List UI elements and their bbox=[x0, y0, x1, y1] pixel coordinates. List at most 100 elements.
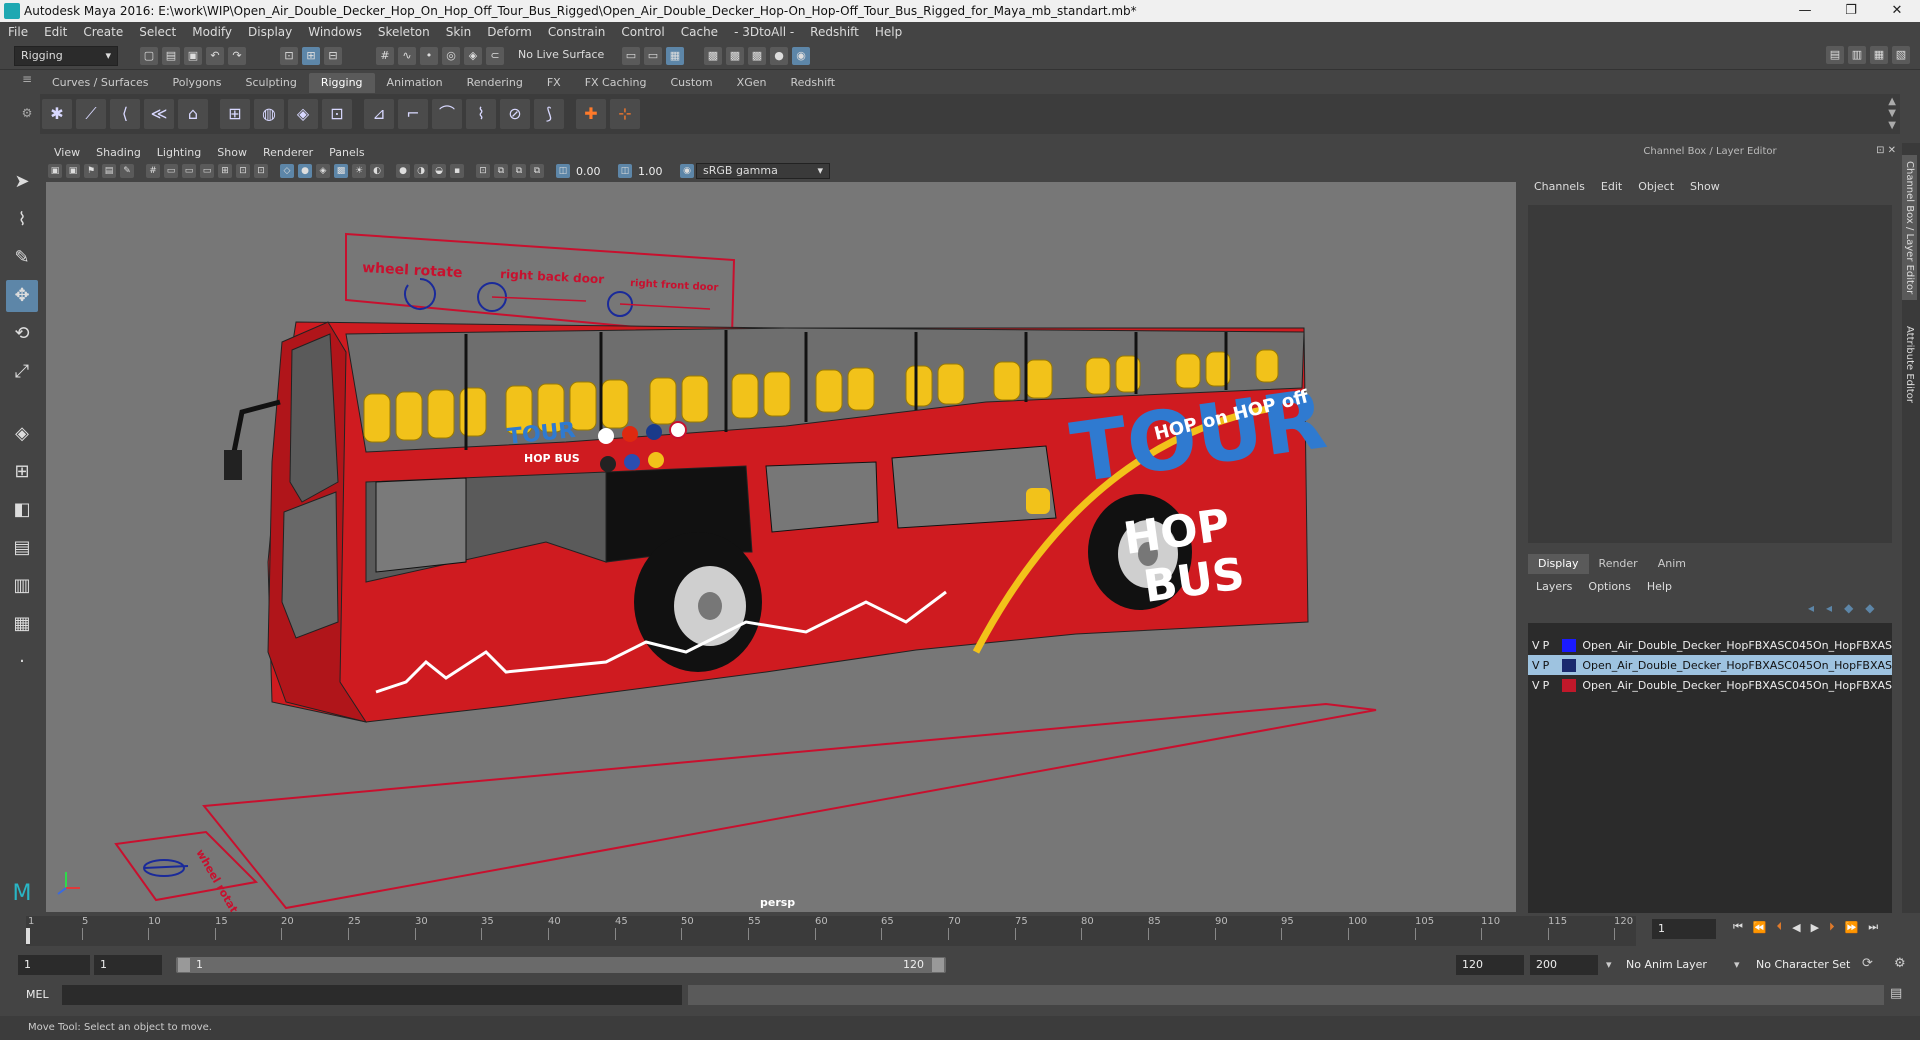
ambient-occlusion-icon[interactable]: ● bbox=[396, 164, 410, 178]
sculpt-deformer-icon[interactable]: ⊘ bbox=[500, 99, 530, 129]
lights-icon[interactable]: ☀ bbox=[352, 164, 366, 178]
input-ops-icon[interactable]: ▭ bbox=[622, 46, 640, 65]
persp-graph-icon[interactable]: ▥ bbox=[6, 570, 38, 602]
menu-edit[interactable]: Edit bbox=[44, 25, 67, 39]
bookmarks-icon[interactable]: ⚑ bbox=[84, 164, 98, 178]
lattice-icon[interactable]: ⊿ bbox=[364, 99, 394, 129]
image-plane-icon[interactable]: ▤ bbox=[102, 164, 116, 178]
mode-dropdown[interactable]: Rigging ▾ bbox=[14, 45, 118, 66]
xray-joints-icon[interactable]: ⧉ bbox=[512, 164, 526, 178]
field-chart-icon[interactable]: ⊞ bbox=[218, 164, 232, 178]
layer-playback[interactable]: P bbox=[1543, 659, 1563, 672]
step-back-key-icon[interactable]: ⏴ bbox=[1777, 920, 1783, 934]
snap-curve-icon[interactable]: ∿ bbox=[398, 46, 416, 65]
side-by-side-icon[interactable]: ◧ bbox=[6, 494, 38, 526]
menu-help[interactable]: Help bbox=[875, 25, 902, 39]
panel-float-close-icons[interactable]: ⊡ ✕ bbox=[1876, 145, 1896, 156]
anti-aliasing-icon[interactable]: ◒ bbox=[432, 164, 446, 178]
tab-sculpting[interactable]: Sculpting bbox=[233, 73, 308, 93]
menu-redshift[interactable]: Redshift bbox=[810, 25, 859, 39]
chevron-down-icon[interactable]: ▾ bbox=[1734, 958, 1740, 971]
rig-controls-panel[interactable]: wheel rotate right back door right front… bbox=[345, 232, 736, 338]
rotate-tool-icon[interactable]: ⟲ bbox=[6, 318, 38, 350]
xray-components-icon[interactable]: ⧉ bbox=[530, 164, 544, 178]
shelf-scroll[interactable]: ▲ ▼ ▼ bbox=[1888, 96, 1896, 132]
move-layer-up-icon[interactable]: ◂ bbox=[1808, 601, 1814, 615]
tab-render-layers[interactable]: Render bbox=[1589, 554, 1648, 574]
viewport-menu-lighting[interactable]: Lighting bbox=[157, 146, 201, 159]
new-layer-selected-icon[interactable]: ◆ bbox=[1865, 601, 1874, 615]
current-time-marker[interactable] bbox=[26, 928, 30, 944]
menu-display[interactable]: Display bbox=[248, 25, 292, 39]
viewport-3d[interactable]: wheel rotate right back door right front… bbox=[46, 182, 1516, 912]
go-to-end-icon[interactable]: ⏭ bbox=[1868, 920, 1878, 934]
depth-of-field-icon[interactable]: ▪ bbox=[450, 164, 464, 178]
menu-deform[interactable]: Deform bbox=[487, 25, 532, 39]
timeline-ticks[interactable]: 1 5 10 15 20 25 30 35 40 45 50 55 60 65 … bbox=[26, 916, 1636, 946]
tab-display-layers[interactable]: Display bbox=[1528, 554, 1589, 574]
tab-fx[interactable]: FX bbox=[535, 73, 573, 93]
anim-layer-dropdown[interactable]: No Anim Layer bbox=[1620, 955, 1740, 975]
front-wheel[interactable] bbox=[634, 532, 762, 672]
gamma-icon[interactable]: ◫ bbox=[618, 164, 632, 178]
safe-action-icon[interactable]: ⊡ bbox=[236, 164, 250, 178]
blend-shape-icon[interactable]: ⌇ bbox=[466, 99, 496, 129]
color-management-icon[interactable]: ◉ bbox=[680, 164, 694, 178]
ground-control[interactable]: wheel rotate bbox=[114, 702, 1377, 912]
textured-icon[interactable]: ▩ bbox=[334, 164, 348, 178]
new-layer-icon[interactable]: ◆ bbox=[1844, 601, 1853, 615]
command-input[interactable] bbox=[62, 985, 682, 1005]
layer-menu-help[interactable]: Help bbox=[1647, 580, 1672, 593]
bind-skin-icon[interactable]: ⊞ bbox=[220, 99, 250, 129]
menu-select[interactable]: Select bbox=[139, 25, 176, 39]
snap-surface-icon[interactable]: ◈ bbox=[464, 46, 482, 65]
insert-joint-icon[interactable]: ⟋ bbox=[76, 99, 106, 129]
camera-attributes-icon[interactable]: ▣ bbox=[66, 164, 80, 178]
humanik-icon[interactable]: ⌂ bbox=[178, 99, 208, 129]
current-frame-field[interactable]: 1 bbox=[1652, 919, 1716, 939]
menu-3dtoall[interactable]: - 3DtoAll - bbox=[734, 25, 794, 39]
shelf-handle[interactable]: ≡ ⚙ bbox=[20, 72, 34, 134]
tab-xgen[interactable]: XGen bbox=[725, 73, 779, 93]
magnet-icon[interactable]: ⊂ bbox=[486, 46, 504, 65]
viewport-menu-shading[interactable]: Shading bbox=[96, 146, 141, 159]
layer-row[interactable]: V P Open_Air_Double_Decker_HopFBXASC045O… bbox=[1528, 655, 1892, 675]
color-space-dropdown[interactable]: sRGB gamma ▾ bbox=[696, 163, 830, 179]
cb-menu-object[interactable]: Object bbox=[1638, 180, 1674, 193]
point-constraint-icon[interactable]: ⊹ bbox=[610, 99, 640, 129]
layer-row[interactable]: V P Open_Air_Double_Decker_HopFBXASC045O… bbox=[1528, 635, 1892, 655]
move-layer-down-icon[interactable]: ◂ bbox=[1826, 601, 1832, 615]
animation-end-field[interactable]: 200 bbox=[1530, 955, 1598, 975]
range-end-handle[interactable] bbox=[932, 958, 944, 972]
save-scene-icon[interactable]: ▣ bbox=[184, 46, 202, 65]
lasso-tool-icon[interactable]: ⌇ bbox=[6, 204, 38, 236]
motion-blur-icon[interactable]: ◑ bbox=[414, 164, 428, 178]
persp-outliner-icon[interactable]: ▤ bbox=[6, 532, 38, 564]
play-backwards-icon[interactable]: ◀ bbox=[1792, 921, 1800, 934]
grease-pencil-icon[interactable]: ✎ bbox=[120, 164, 134, 178]
layer-row[interactable]: V P Open_Air_Double_Decker_HopFBXASC045O… bbox=[1528, 675, 1892, 695]
tab-animation[interactable]: Animation bbox=[375, 73, 455, 93]
exposure-icon[interactable]: ◫ bbox=[556, 164, 570, 178]
wire-icon[interactable]: ⌒ bbox=[432, 99, 462, 129]
channel-list-area[interactable] bbox=[1528, 205, 1892, 543]
construction-history-icon[interactable]: ▦ bbox=[666, 46, 684, 65]
resolution-gate-icon[interactable]: ▭ bbox=[182, 164, 196, 178]
wireframe-on-shaded-icon[interactable]: ◈ bbox=[316, 164, 330, 178]
viewport-menu-renderer[interactable]: Renderer bbox=[263, 146, 313, 159]
tab-rigging[interactable]: Rigging bbox=[308, 73, 375, 93]
step-forward-key-icon[interactable]: ⏵ bbox=[1829, 920, 1835, 934]
paint-weights-icon[interactable]: ◈ bbox=[288, 99, 318, 129]
script-language-toggle[interactable]: MEL bbox=[26, 988, 49, 1001]
range-bar[interactable]: 1 120 bbox=[176, 957, 946, 973]
cluster-icon[interactable]: ⌐ bbox=[398, 99, 428, 129]
wrap-icon[interactable]: ⟆ bbox=[534, 99, 564, 129]
shadows-icon[interactable]: ◐ bbox=[370, 164, 384, 178]
layer-visibility[interactable]: V bbox=[1532, 659, 1543, 672]
film-gate-icon[interactable]: ▭ bbox=[164, 164, 178, 178]
snap-point-icon[interactable]: • bbox=[420, 46, 438, 65]
viewport-menu-show[interactable]: Show bbox=[217, 146, 247, 159]
menu-cache[interactable]: Cache bbox=[681, 25, 718, 39]
tab-polygons[interactable]: Polygons bbox=[161, 73, 234, 93]
bus-model[interactable]: TOUR HOP on HOP off HOP BUS TOUR HOP BUS bbox=[224, 321, 1332, 723]
